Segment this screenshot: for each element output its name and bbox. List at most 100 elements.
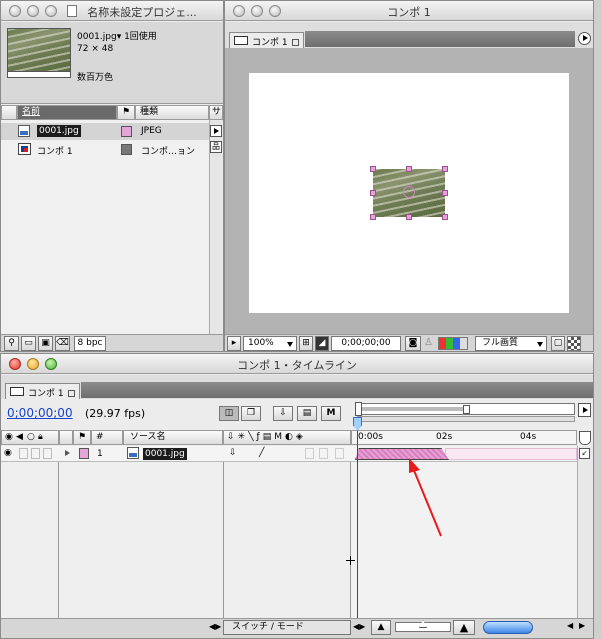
col-header-type[interactable]: 種類 (135, 105, 209, 120)
layer-label-swatch[interactable] (79, 448, 89, 459)
zoom-dropdown[interactable]: 100% (243, 336, 297, 351)
channel-rgb-icon[interactable] (438, 337, 468, 350)
comp-titlebar[interactable]: コンポ 1 (225, 1, 593, 21)
motion-blur-icon[interactable]: M (321, 406, 341, 421)
always-preview-icon[interactable]: ▸ (227, 336, 241, 351)
thumb-stripes (8, 29, 70, 71)
col-header-number[interactable]: # (91, 430, 123, 445)
quality-dropdown[interactable]: フル画質 (475, 336, 547, 351)
col-header-name[interactable]: 名前 (17, 105, 117, 120)
comp-menu-arrow-icon[interactable] (578, 32, 591, 45)
switch-mode-button[interactable]: スイッチ / モード (223, 620, 351, 635)
work-area-bar[interactable] (357, 416, 575, 422)
twirl-down-icon[interactable] (65, 450, 70, 456)
safe-zones-icon[interactable]: ⊞ (299, 336, 313, 351)
collapse-icon[interactable]: ✳ (238, 432, 249, 442)
handle[interactable] (442, 214, 448, 220)
expand-right-icon[interactable]: ◀▶ (353, 622, 367, 634)
anchor-point-icon[interactable] (403, 186, 415, 198)
handle[interactable] (370, 214, 376, 220)
ruler-end-marker[interactable] (579, 431, 591, 445)
project-titlebar[interactable]: 名称未設定プロジェ... (1, 1, 223, 21)
motion-blur-switch[interactable] (319, 448, 328, 459)
speaker-icon[interactable]: ◀ (16, 431, 23, 444)
tab-close-icon[interactable] (67, 390, 75, 397)
motion-blur-switch-icon[interactable]: M (274, 432, 285, 442)
minimize-button[interactable] (27, 5, 39, 17)
timeline-graph-area[interactable] (351, 446, 577, 618)
col-header-source[interactable]: ソース名 (123, 430, 223, 445)
expand-arrow-icon[interactable] (210, 125, 222, 137)
handle[interactable] (442, 190, 448, 196)
col-header-label-icon[interactable]: ⚑ (117, 105, 135, 120)
col-header-size[interactable]: サ (209, 105, 223, 120)
3d-switch[interactable] (335, 448, 344, 459)
timeline-scrollbar[interactable] (577, 446, 593, 618)
frame-blend-icon[interactable]: ▤ (263, 432, 275, 442)
navigator-end-handle[interactable] (463, 405, 470, 414)
timeline-titlebar[interactable]: コンポ 1・タイムライン (1, 354, 593, 374)
eye-icon[interactable]: ◉ (4, 448, 12, 458)
handle[interactable] (370, 190, 376, 196)
switch-mode-label: スイッチ / モード (232, 622, 304, 632)
comp-flowchart-icon[interactable]: ⇩ (273, 406, 293, 421)
bpc-button[interactable]: 8 bpc (74, 336, 106, 351)
handle[interactable] (406, 166, 412, 172)
effect-switch[interactable] (305, 448, 314, 459)
time-ruler[interactable]: 0:00s 02s 04s (351, 430, 577, 445)
solo-icon[interactable]: ○ (27, 431, 35, 444)
navigator-start-handle[interactable] (355, 402, 362, 416)
transparency-grid-icon[interactable] (567, 336, 581, 351)
comp-timecode[interactable]: 0;00;00;00 (331, 336, 401, 351)
col-header-label-icon[interactable]: ⚑ (73, 430, 91, 445)
timeline-timecode[interactable]: 0;00;00;00 (7, 406, 73, 420)
show-snapshot-icon[interactable]: ♙ (424, 337, 434, 350)
horizontal-scrollbar-thumb[interactable] (483, 621, 533, 634)
snapshot-icon[interactable]: ◙ (405, 336, 421, 351)
comp-viewer[interactable] (225, 48, 593, 334)
shy-icon[interactable]: ⇩ (227, 432, 238, 442)
frame-blending-icon[interactable]: ▤ (297, 406, 317, 421)
scroll-left-icon[interactable]: ◀ (567, 621, 577, 633)
eye-icon[interactable]: ◉ (5, 431, 13, 444)
comp-tab-icon (234, 36, 248, 45)
col-type-label: 種類 (140, 107, 159, 117)
new-comp-icon[interactable]: ▣ (38, 336, 53, 351)
tab-comp1[interactable]: コンポ 1 (229, 32, 304, 48)
trash-icon[interactable]: ⌫ (55, 336, 70, 351)
close-button[interactable] (9, 5, 21, 17)
expand-left-icon[interactable]: ◀▶ (209, 622, 223, 634)
zoom-button[interactable] (45, 5, 57, 17)
layer-keyframe-icon[interactable]: ↙ (579, 448, 590, 459)
adjustment-icon[interactable]: ◐ (285, 432, 296, 442)
audio-switch[interactable] (19, 448, 28, 459)
handle[interactable] (406, 214, 412, 220)
quality-icon[interactable]: ╲ (248, 432, 256, 442)
flowchart-icon[interactable]: 品 (210, 141, 222, 153)
shy-switch-icon[interactable]: ⇩ (229, 448, 237, 458)
zoom-in-icon[interactable]: ▲ (453, 620, 475, 635)
lock-switch[interactable] (43, 448, 52, 459)
scroll-right-icon[interactable]: ▶ (579, 621, 589, 633)
handle[interactable] (370, 166, 376, 172)
zoom-out-icon[interactable]: ▲ (371, 620, 391, 635)
layer-name[interactable]: 0001.jpg (143, 448, 187, 460)
list-item[interactable]: コンポ 1 コンポ…ョン (1, 141, 209, 158)
draft-3d-icon[interactable]: ❐ (241, 406, 261, 421)
preview-filename[interactable]: 0001.jpg▾ 1回使用 (77, 29, 157, 42)
divider (223, 446, 224, 618)
tab-timeline-comp1[interactable]: コンポ 1 (5, 383, 80, 399)
roi-icon[interactable]: ▢ (551, 336, 565, 351)
live-update-icon[interactable]: ◫ (219, 406, 239, 421)
tab-close-icon[interactable] (291, 39, 299, 46)
3d-layer-icon[interactable]: ◈ (296, 432, 306, 442)
quality-switch-icon[interactable]: ╱ (259, 448, 264, 458)
mask-icon[interactable]: ◢ (315, 336, 329, 351)
lock-icon[interactable]: 🔒︎ (38, 431, 43, 444)
list-item[interactable]: 0001.jpg JPEG (1, 123, 209, 140)
solo-switch[interactable] (31, 448, 40, 459)
find-icon[interactable]: ⚲ (4, 336, 19, 351)
handle[interactable] (442, 166, 448, 172)
navigator-play-icon[interactable] (578, 403, 591, 417)
new-folder-icon[interactable]: ▭ (21, 336, 36, 351)
